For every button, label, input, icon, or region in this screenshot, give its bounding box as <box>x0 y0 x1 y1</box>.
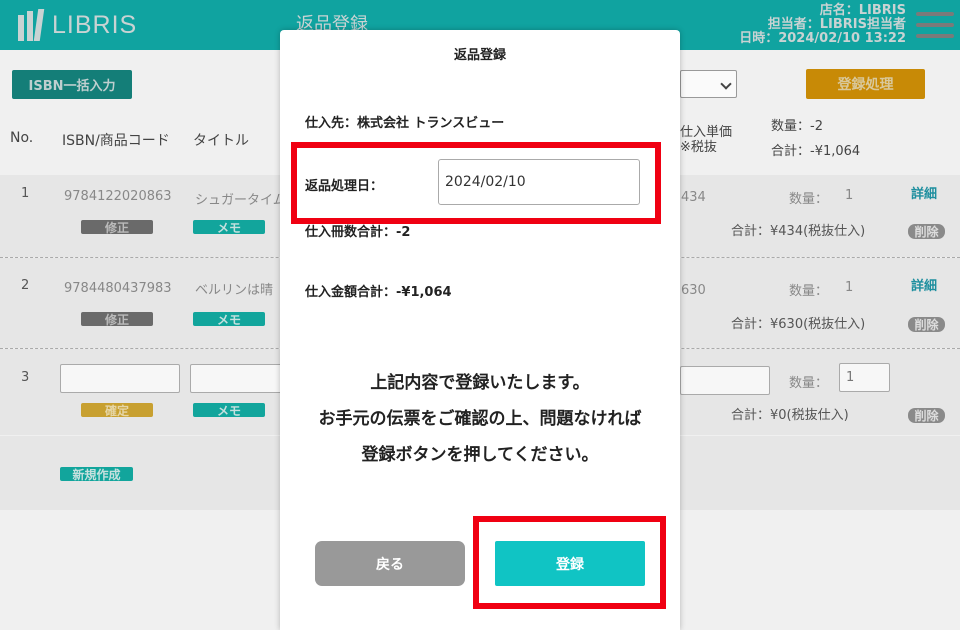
row-qty-label: 数量： <box>789 192 829 207</box>
supplier-text: 仕入先：株式会社 トランスビュー <box>305 116 505 131</box>
new-create-button[interactable]: 新規作成 <box>60 467 133 482</box>
row-isbn: 9784122020863 <box>64 189 172 204</box>
staff-name: 担当者：LIBRIS担当者 <box>767 17 906 32</box>
isbn-bulk-input-button[interactable]: ISBN一括入力 <box>12 70 132 99</box>
memo-button[interactable]: メモ <box>193 312 265 327</box>
col-header-unit-price: 仕入単価 ※税抜 <box>680 125 733 155</box>
store-name: 店名：LIBRIS <box>819 3 906 18</box>
row-no: 3 <box>21 370 30 385</box>
total-sum-summary: 合計：-¥1,064 <box>771 144 861 159</box>
libris-logo: LIBRIS <box>18 9 137 41</box>
detail-link[interactable]: 詳細 <box>911 275 937 294</box>
delete-button[interactable]: 削除 <box>908 224 945 239</box>
row-qty: 1 <box>845 280 854 295</box>
fix-button[interactable]: 修正 <box>81 312 153 327</box>
memo-button[interactable]: メモ <box>193 220 265 235</box>
fix-button[interactable]: 修正 <box>81 220 153 235</box>
confirm-button[interactable]: 確定 <box>81 403 153 418</box>
dialog-title: 返品登録 <box>453 48 506 63</box>
row-sum: 合計：¥0(税抜仕入) <box>731 408 849 423</box>
row-qty: 1 <box>845 188 854 203</box>
total-qty-summary: 数量：-2 <box>771 119 823 134</box>
row-isbn: 9784480437983 <box>64 281 172 296</box>
register-process-button[interactable]: 登録処理 <box>806 69 925 99</box>
detail-link[interactable]: 詳細 <box>911 183 937 202</box>
logo-text: LIBRIS <box>52 10 138 39</box>
row-sum: 合計：¥630(税抜仕入) <box>731 317 866 332</box>
row-title: ベルリンは晴 <box>195 283 274 298</box>
total-amount-text: 仕入金額合計：-¥1,064 <box>305 285 452 300</box>
supplier-select[interactable] <box>680 70 737 98</box>
row-qty-label: 数量： <box>789 376 829 391</box>
logo-book-icon <box>18 9 45 41</box>
current-datetime: 日時：2024/02/10 13:22 <box>739 31 906 46</box>
row-no: 2 <box>21 278 30 293</box>
row-price: 434 <box>681 190 706 205</box>
header-info: 店名：LIBRIS 担当者：LIBRIS担当者 日時：2024/02/10 13… <box>739 4 906 46</box>
back-button[interactable]: 戻る <box>315 541 465 586</box>
row-price: 630 <box>681 283 706 298</box>
row-qty-label: 数量： <box>789 284 829 299</box>
col-header-isbn: ISBN/商品コード <box>62 133 170 149</box>
qty-input[interactable]: 1 <box>839 363 890 392</box>
hamburger-menu-icon[interactable] <box>916 12 954 42</box>
memo-button[interactable]: メモ <box>193 403 265 418</box>
col-header-title: タイトル <box>193 133 249 149</box>
row-title: シュガータイム <box>195 193 286 208</box>
confirmation-message: 上記内容で登録いたします。 お手元の伝票をご確認の上、問題なければ 登録ボタンを… <box>318 373 642 465</box>
title-input[interactable] <box>190 364 285 393</box>
delete-button[interactable]: 削除 <box>908 408 945 423</box>
row-no: 1 <box>21 186 30 201</box>
price-input[interactable] <box>680 366 770 395</box>
highlight-submit-button <box>473 516 666 609</box>
col-header-no: No. <box>10 130 34 146</box>
delete-button[interactable]: 削除 <box>908 317 945 332</box>
isbn-input[interactable] <box>60 364 180 393</box>
highlight-return-date <box>291 142 661 224</box>
row-sum: 合計：¥434(税抜仕入) <box>731 224 866 239</box>
